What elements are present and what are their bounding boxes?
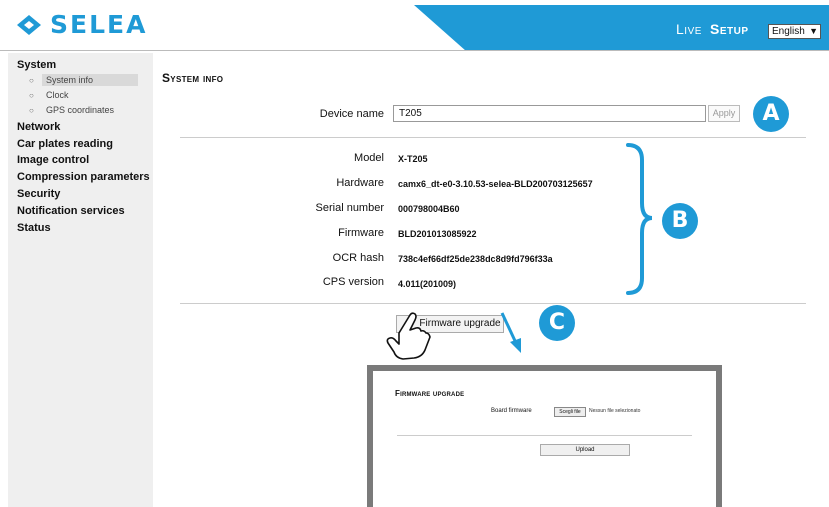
hand-cursor-icon: [386, 312, 431, 360]
annotation-badge-a: A: [753, 96, 789, 132]
no-file-text: Nessun file selezionato: [589, 408, 641, 414]
annotation-badge-b: B: [662, 203, 698, 239]
arrow-c-line: [500, 312, 518, 344]
divider: [397, 435, 692, 436]
firmware-upgrade-title: Firmware upgrade: [395, 389, 465, 398]
firmware-upgrade-panel: Firmware upgrade Board firmware Scegli f…: [367, 365, 722, 507]
board-firmware-label: Board firmware: [491, 408, 532, 414]
bracket-b: [626, 143, 653, 295]
choose-file-button[interactable]: Scegli file: [554, 407, 586, 417]
upload-button[interactable]: Upload: [540, 444, 630, 456]
annotation-badge-c: C: [539, 305, 575, 341]
arrow-c-head: [510, 338, 521, 353]
